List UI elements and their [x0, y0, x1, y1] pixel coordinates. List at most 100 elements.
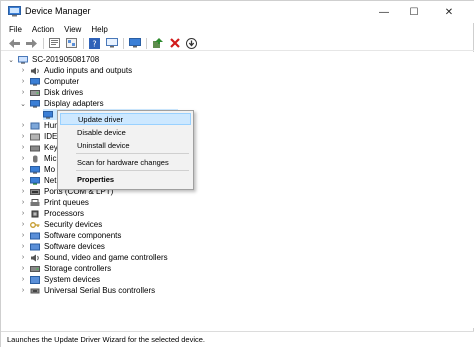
chevron-right-icon[interactable]: › [19, 287, 27, 294]
show-hidden-icon[interactable] [65, 38, 78, 49]
context-menu-disable-device[interactable]: Disable device [60, 126, 191, 138]
software-component-icon [30, 232, 40, 239]
chevron-right-icon[interactable]: › [19, 254, 27, 261]
network-icon [30, 176, 40, 185]
chevron-right-icon[interactable]: › [19, 265, 27, 272]
tree-item-label: Mo [44, 165, 56, 174]
device-manager-window: Device Manager — ☐ ✕ File Action View He… [0, 0, 474, 347]
status-bar: Launches the Update Driver Wizard for th… [1, 331, 474, 347]
tree-item-label: Software devices [44, 242, 105, 251]
tree-item-disk-drives[interactable]: › Disk drives [19, 87, 83, 98]
chevron-right-icon[interactable]: › [19, 67, 27, 74]
chevron-right-icon[interactable]: › [19, 232, 27, 239]
chevron-right-icon[interactable]: › [19, 144, 27, 151]
tree-item-human-interface[interactable]: › Hum [19, 120, 61, 131]
back-icon[interactable] [8, 38, 21, 49]
svg-text:?: ? [92, 39, 96, 48]
tree-item-label: Disk drives [44, 88, 84, 97]
tree-item-label: System devices [44, 275, 101, 284]
status-text: Launches the Update Driver Wizard for th… [7, 335, 206, 344]
monitor-icon [30, 165, 40, 174]
menu-view[interactable]: View [64, 25, 81, 34]
monitor-icon[interactable] [128, 38, 141, 49]
window-title: Device Manager [25, 6, 91, 16]
chevron-right-icon[interactable]: › [19, 166, 27, 173]
context-menu-scan-hardware[interactable]: Scan for hardware changes [60, 156, 191, 168]
tree-item-ide[interactable]: › IDE [19, 131, 58, 142]
properties-icon[interactable] [48, 38, 61, 49]
monitor-icon [43, 110, 53, 119]
chevron-right-icon[interactable]: › [19, 177, 27, 184]
tree-item-software-devices[interactable]: › Software devices [19, 241, 105, 252]
forward-icon[interactable] [25, 38, 38, 49]
tree-item-network[interactable]: › Net [19, 175, 57, 186]
speaker-icon [31, 254, 39, 261]
usb-icon [30, 288, 40, 293]
tree-item-label: Display adapters [44, 99, 104, 108]
context-menu: Update driver Disable device Uninstall d… [57, 110, 194, 190]
chevron-down-icon[interactable]: ⌄ [7, 56, 15, 64]
tree-item-label: Storage controllers [44, 264, 112, 273]
tree-item-sound-video[interactable]: › Sound, video and game controllers [19, 252, 168, 263]
tree-item-computer[interactable]: › Computer [19, 76, 79, 87]
chevron-right-icon[interactable]: › [19, 243, 27, 250]
chevron-right-icon[interactable]: › [19, 122, 27, 129]
display-adapter-icon [30, 99, 40, 108]
tree-item-label: Audio inputs and outputs [44, 66, 133, 75]
tree-item-display-adapters[interactable]: ⌄ Display adapters [19, 98, 104, 109]
tree-item-processors[interactable]: › Processors [19, 208, 84, 219]
chevron-right-icon[interactable]: › [19, 221, 27, 228]
computer-icon[interactable] [105, 38, 118, 49]
chevron-right-icon[interactable]: › [19, 78, 27, 85]
port-icon [30, 188, 40, 195]
chevron-down-icon[interactable]: ⌄ [19, 100, 27, 108]
help-icon[interactable]: ? [88, 37, 101, 49]
tree-item-usb-controllers[interactable]: › Universal Serial Bus controllers [19, 285, 155, 296]
download-icon[interactable] [185, 37, 198, 49]
tree-item-print-queues[interactable]: › Print queues [19, 197, 89, 208]
chevron-right-icon[interactable]: › [19, 155, 27, 162]
chevron-right-icon[interactable]: › [19, 276, 27, 283]
computer-icon [18, 55, 28, 64]
tree-item-monitors[interactable]: › Mo [19, 164, 55, 175]
maximize-button[interactable]: ☐ [399, 1, 429, 23]
tree-item-label: Universal Serial Bus controllers [44, 286, 156, 295]
keyboard-icon [30, 145, 40, 151]
context-menu-properties[interactable]: Properties [60, 173, 191, 185]
human-interface-icon [30, 122, 40, 129]
tree-item-keyboards[interactable]: › Key [19, 142, 58, 153]
tree-item-label: Computer [44, 77, 80, 86]
menu-help[interactable]: Help [91, 25, 107, 34]
device-tree: ⌄ SC-201905081708 › Audio inputs and out… [1, 52, 474, 328]
context-menu-update-driver[interactable]: Update driver [60, 113, 191, 125]
toolbar-divider [43, 37, 44, 49]
ide-controller-icon [30, 133, 40, 140]
context-menu-uninstall-device[interactable]: Uninstall device [60, 139, 191, 151]
menu-file[interactable]: File [9, 25, 22, 34]
tree-item-audio[interactable]: › Audio inputs and outputs [19, 65, 132, 76]
menu-action[interactable]: Action [32, 25, 54, 34]
chevron-right-icon[interactable]: › [19, 133, 27, 140]
close-button[interactable]: ✕ [429, 1, 469, 23]
chevron-right-icon[interactable]: › [19, 89, 27, 96]
toolbar-divider [146, 37, 147, 49]
tree-item-storage-controllers[interactable]: › Storage controllers [19, 263, 111, 274]
tree-root[interactable]: ⌄ SC-201905081708 [7, 54, 99, 65]
tree-item-label: Net [44, 176, 57, 185]
tree-item-label: Key [44, 143, 58, 152]
tree-item-software-components[interactable]: › Software components [19, 230, 122, 241]
minimize-button[interactable]: — [369, 1, 399, 23]
uninstall-icon[interactable] [168, 38, 181, 49]
tree-item-mice[interactable]: › Mic [19, 153, 57, 164]
tree-item-security-devices[interactable]: › Security devices [19, 219, 102, 230]
update-driver-icon[interactable] [151, 37, 164, 49]
chevron-right-icon[interactable]: › [19, 188, 27, 195]
tree-item-label: Processors [44, 209, 85, 218]
tree-item-label: Sound, video and game controllers [44, 253, 168, 262]
tree-item-label: Software components [44, 231, 122, 240]
chevron-right-icon[interactable]: › [19, 210, 27, 217]
toolbar: ? [1, 36, 474, 51]
mouse-icon [33, 155, 38, 162]
tree-item-system-devices[interactable]: › System devices [19, 274, 100, 285]
chevron-right-icon[interactable]: › [19, 199, 27, 206]
